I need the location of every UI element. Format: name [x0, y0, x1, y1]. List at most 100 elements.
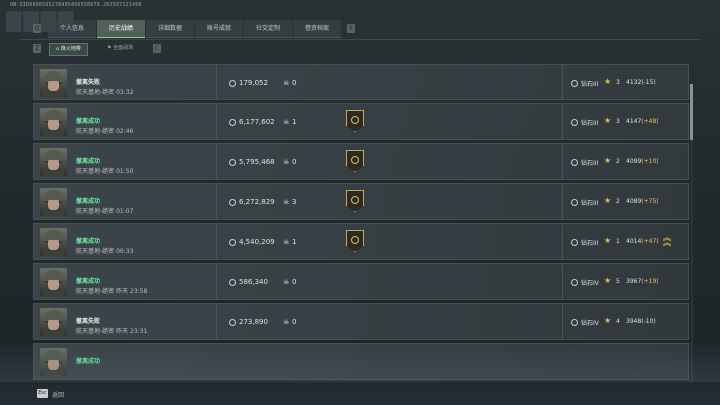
- rank-icon: [571, 159, 578, 166]
- tab-mode-hazard-zone[interactable]: ⌂ 烽火地带: [49, 43, 88, 56]
- map-and-time: 航天基地-绝密 01:50: [76, 166, 133, 175]
- extracted-value: 273,890: [239, 318, 268, 326]
- medal-badge-icon[interactable]: [346, 190, 364, 212]
- match-row[interactable]: 撤离成功 航天基地-绝密 02:46 6,177,602 ☠ 1 钻石III ★ 3 4147(…: [33, 103, 689, 140]
- map-name: 航天基地-绝密: [76, 168, 115, 175]
- rank-up-chevron-icon: ︽ ︽: [663, 233, 671, 247]
- operator-avatar: [40, 348, 67, 376]
- match-row[interactable]: 撤离成功 航天基地-绝密 昨天 23:58 586,340 ☠ 0 钻石IV ★ 5 3967(…: [33, 263, 689, 300]
- kill-count: 3: [292, 198, 297, 206]
- score-delta: (+75): [641, 198, 659, 205]
- extraction-status: 撤离成功: [76, 278, 101, 285]
- rank-score: 3967(+19): [626, 278, 659, 285]
- extracted-value: 5,795,468: [239, 158, 275, 166]
- rank-name: 钻石IV: [581, 280, 599, 287]
- score-delta: (+47): [641, 238, 659, 245]
- next-mode-key-hint[interactable]: C: [153, 44, 161, 53]
- medal-badge-icon[interactable]: [346, 230, 364, 252]
- star-icon: ★: [604, 196, 612, 205]
- score-delta: (+48): [641, 118, 659, 125]
- tab-personal-info[interactable]: 个人信息: [48, 20, 96, 38]
- map-and-time: 航天基地-绝密 02:46: [76, 126, 133, 135]
- star-count: 1: [616, 238, 620, 245]
- match-row[interactable]: 撤离成功 航天基地-绝密 01:50 5,795,468 ☠ 0 钻石III ★ 2 4099(…: [33, 143, 689, 180]
- match-row[interactable]: 撤离成功 航天基地-绝密 01:07 6,272,829 ☠ 3 钻石III ★ 2 4089(…: [33, 183, 689, 220]
- rank-name: 钻石III: [581, 160, 599, 167]
- tab-achievements[interactable]: 账号成就: [195, 20, 243, 38]
- tab-social-customization[interactable]: 社交定制: [244, 20, 292, 38]
- column-divider: [216, 184, 217, 219]
- kill-count: 0: [292, 158, 297, 166]
- extracted-value: 586,340: [239, 278, 268, 286]
- rank-score: 4089(+75): [626, 198, 659, 205]
- prev-tab-key-hint[interactable]: Q: [33, 24, 41, 33]
- coin-icon: [229, 279, 236, 286]
- extraction-status: 撤离成功: [76, 198, 101, 205]
- mode-label: 全面战场: [113, 45, 134, 51]
- operator-avatar: [40, 308, 67, 336]
- rank-name: 钻石III: [581, 81, 599, 88]
- column-divider: [562, 264, 563, 299]
- next-tab-key-hint[interactable]: E: [347, 24, 355, 33]
- star-count: 2: [616, 158, 620, 165]
- match-time: 03:32: [116, 89, 134, 96]
- match-time: 01:07: [116, 208, 134, 215]
- star-count: 2: [616, 198, 620, 205]
- map-name: 航天基地-绝密: [76, 288, 115, 295]
- rank-score: 4147(+48): [626, 118, 659, 125]
- medal-badge-icon[interactable]: [346, 110, 364, 132]
- skull-icon: ☠: [283, 198, 290, 206]
- score-value: 4132: [626, 79, 642, 86]
- star-icon: ★: [604, 156, 612, 165]
- column-divider: [562, 144, 563, 179]
- match-time: 昨天 23:58: [116, 288, 148, 295]
- star-icon: ★: [604, 77, 612, 86]
- star-icon: ★: [604, 116, 612, 125]
- column-divider: [216, 264, 217, 299]
- back-label[interactable]: 返回: [52, 390, 64, 399]
- operator-avatar: [40, 188, 67, 216]
- column-divider: [562, 304, 563, 339]
- extracted-value: 6,272,829: [239, 198, 275, 206]
- tab-detailed-data[interactable]: 详细数据: [146, 20, 194, 38]
- extraction-status: 撤离成功: [76, 118, 101, 125]
- mode-tab-bar: Z ⌂ 烽火地带 ⚑ 全面战场 C: [0, 42, 720, 56]
- star-icon: ★: [604, 276, 612, 285]
- skull-icon: ☠: [283, 318, 290, 326]
- score-delta: (-10): [641, 318, 656, 325]
- match-row[interactable]: 撤离失败 航天基地-绝密 03:32 179,052 ☠ 0 钻石III ★ 3 4132(-1…: [33, 64, 689, 100]
- tab-archive[interactable]: 借资档案: [293, 20, 341, 38]
- match-row[interactable]: 撤离成功 航天基地-绝密 00:33 4,540,209 ☠ 1 钻石III ★ 1 4014(…: [33, 223, 689, 260]
- main-tab-bar: Q 个人信息 历史战绩 详细数据 账号成就 社交定制 借资档案 E: [0, 20, 720, 38]
- extraction-status: 撤离失败: [76, 79, 101, 86]
- star-count: 4: [616, 318, 620, 325]
- tab-mode-full-battlefield[interactable]: ⚑ 全面战场: [101, 43, 139, 54]
- star-count: 3: [616, 79, 620, 86]
- skull-icon: ☠: [283, 158, 290, 166]
- map-and-time: 航天基地-绝密 01:07: [76, 206, 133, 215]
- rank-icon: [571, 80, 578, 87]
- coin-icon: [229, 80, 236, 87]
- map-name: 航天基地-绝密: [76, 128, 115, 135]
- coin-icon: [229, 159, 236, 166]
- match-row[interactable]: 撤离成功: [33, 343, 689, 380]
- star-icon: ★: [604, 316, 612, 325]
- esc-key-hint[interactable]: Esc: [37, 389, 48, 398]
- column-divider: [216, 304, 217, 339]
- extraction-status: 撤离失败: [76, 318, 101, 325]
- prev-mode-key-hint[interactable]: Z: [33, 44, 41, 53]
- match-time: 昨天 23:31: [116, 328, 148, 335]
- medal-badge-icon[interactable]: [346, 150, 364, 172]
- skull-icon: ☠: [283, 278, 290, 286]
- scrollbar-thumb[interactable]: [690, 84, 693, 140]
- rank-icon: [571, 119, 578, 126]
- kill-count: 1: [292, 118, 297, 126]
- tab-match-history[interactable]: 历史战绩: [97, 20, 145, 38]
- extracted-value: 179,052: [239, 79, 268, 87]
- skull-icon: ☠: [283, 238, 290, 246]
- operator-avatar: [40, 228, 67, 256]
- match-row[interactable]: 撤离失败 航天基地-绝密 昨天 23:31 273,890 ☠ 0 钻石IV ★ 4 3948(…: [33, 303, 689, 340]
- column-divider: [562, 184, 563, 219]
- score-value: 3967: [626, 278, 642, 285]
- map-and-time: 航天基地-绝密 00:33: [76, 246, 133, 255]
